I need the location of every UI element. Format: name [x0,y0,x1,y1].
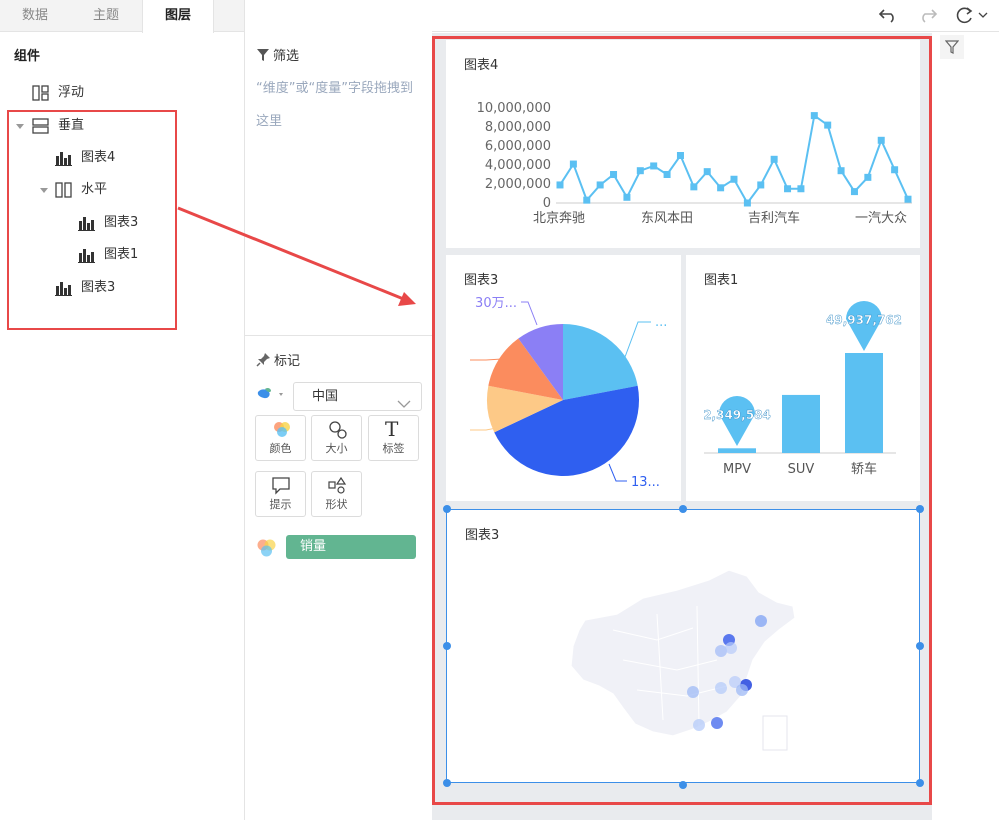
tooltip-button[interactable]: 提示 [255,471,306,517]
region-select[interactable]: 中国 [293,382,422,411]
refresh-icon[interactable] [954,5,990,29]
layers-panel: 数据 主题 图层 组件 浮动 垂直 图表4 水平 图表3 图表1 图表3 [0,0,245,820]
filter-title: 筛选 [273,49,300,64]
tooltip-button-label: 提示 [269,498,292,511]
highlight-box [7,110,177,330]
tab-theme[interactable]: 主题 [70,0,142,32]
tree-item-floating[interactable]: 浮动 [32,81,84,105]
right-strip [932,33,999,820]
section-divider [245,335,432,336]
region-select-value: 中国 [312,389,339,404]
marks-title: 标记 [274,354,301,369]
color-field-pill[interactable]: 销量 [286,535,416,559]
floating-layout-icon [32,85,50,101]
filter-icon [944,40,960,58]
highlight-box [432,36,932,805]
filter-icon [256,48,270,62]
size-button-label: 大小 [325,442,348,455]
left-tabs: 数据 主题 图层 [0,0,244,33]
size-button[interactable]: 大小 [311,415,362,461]
filter-section-title: 筛选 [256,45,299,64]
tree-item-label: 浮动 [58,85,85,100]
label-button-label: 标签 [382,442,405,455]
text-icon: T [385,417,399,441]
shape-button[interactable]: 形状 [311,471,362,517]
marks-section-title: 标记 [256,350,300,369]
map-type-icon[interactable] [257,386,289,406]
tab-layers[interactable]: 图层 [142,0,214,33]
pin-icon [256,352,271,367]
undo-icon[interactable] [878,6,898,28]
shape-button-label: 形状 [325,498,348,511]
color-palette-icon [256,537,278,563]
redo-icon[interactable] [918,6,938,28]
label-button[interactable]: T 标签 [368,415,419,461]
filter-drop-hint[interactable]: “维度”或“度量”字段拖拽到这里 [256,72,416,138]
tab-data[interactable]: 数据 [0,0,70,32]
components-title: 组件 [14,49,41,64]
filter-toggle-button[interactable] [940,35,964,59]
color-button[interactable]: 颜色 [255,415,306,461]
color-button-label: 颜色 [269,442,292,455]
